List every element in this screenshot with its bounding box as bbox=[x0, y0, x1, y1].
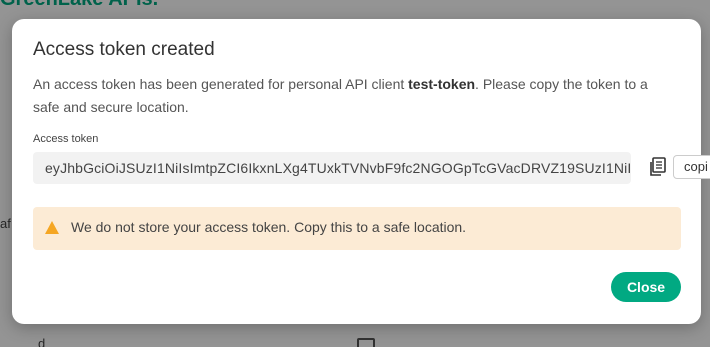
warning-icon bbox=[45, 221, 59, 234]
client-name: test-token bbox=[408, 76, 476, 92]
access-token-field[interactable]: eyJhbGciOiJSUzI1NiIsImtpZCI6IkxnLXg4TUxk… bbox=[33, 152, 631, 184]
warning-notification: We do not store your access token. Copy … bbox=[33, 207, 681, 250]
warning-text: We do not store your access token. Copy … bbox=[71, 219, 467, 235]
description-text-before: An access token has been generated for p… bbox=[33, 76, 409, 92]
copy-icon[interactable] bbox=[648, 157, 666, 177]
access-token-label: Access token bbox=[33, 133, 99, 145]
dialog-description: An access token has been generated for p… bbox=[33, 73, 678, 119]
copy-button[interactable]: copi bbox=[673, 155, 710, 179]
close-button[interactable]: Close bbox=[611, 272, 681, 302]
dialog-title: Access token created bbox=[33, 39, 215, 60]
access-token-dialog: Access token created An access token has… bbox=[12, 19, 710, 324]
